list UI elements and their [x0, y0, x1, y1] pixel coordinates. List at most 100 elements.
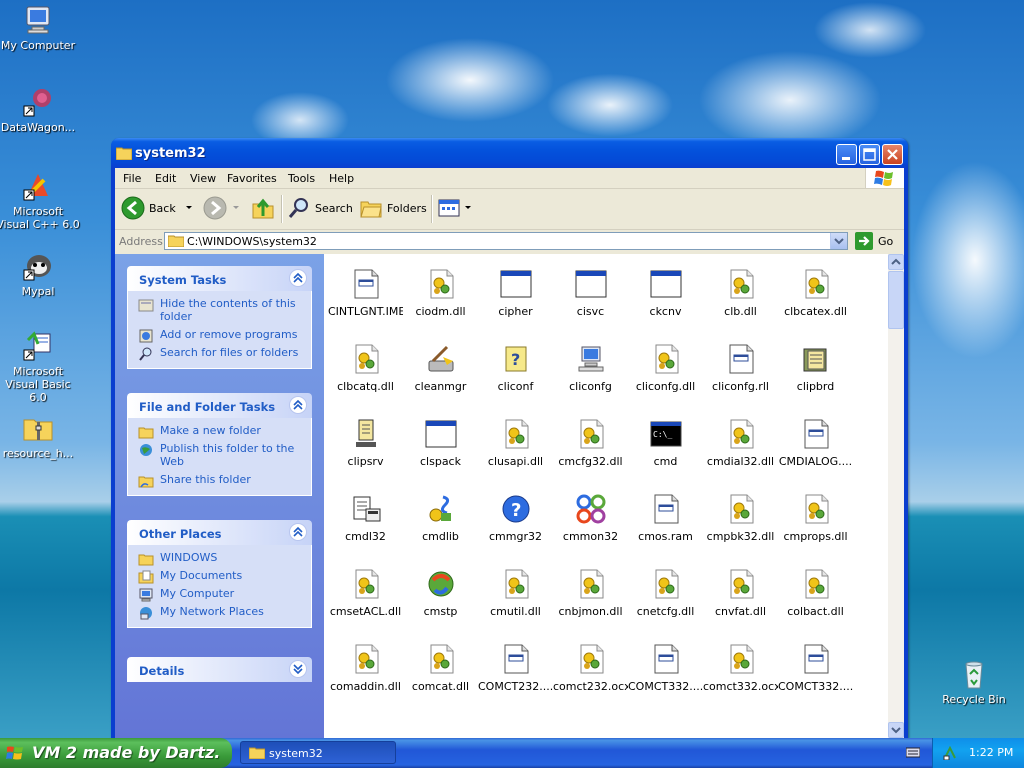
chevron-down-icon[interactable] [184, 203, 194, 213]
panel-header[interactable]: System Tasks [127, 266, 312, 291]
file-item[interactable]: ? cliconf [478, 343, 553, 393]
collapse-button[interactable] [289, 523, 307, 541]
file-item[interactable]: cmprops.dll [778, 493, 853, 543]
file-item[interactable]: clusapi.dll [478, 418, 553, 468]
collapse-button[interactable] [289, 269, 307, 287]
file-item[interactable]: cmsetACL.dll [328, 568, 403, 618]
panel-header[interactable]: Details [127, 657, 312, 682]
desktop-icon-mypal[interactable]: Mypal [0, 250, 80, 298]
scroll-up-button[interactable] [888, 254, 904, 270]
file-item[interactable]: cipher [478, 268, 553, 318]
place-my-computer[interactable]: My Computer [138, 587, 307, 602]
file-item[interactable]: comct232.ocx [553, 643, 628, 693]
place-my-network-places[interactable]: My Network Places [138, 605, 307, 620]
task-add-remove-programs[interactable]: Add or remove programs [138, 328, 307, 343]
menu-favorites[interactable]: Favorites [227, 172, 277, 185]
file-item[interactable]: ciodm.dll [403, 268, 478, 318]
start-button[interactable]: VM 2 made by Dartz. [0, 738, 232, 768]
search-icon [288, 198, 308, 218]
go-button[interactable]: Go [855, 232, 893, 250]
menu-file[interactable]: File [123, 172, 141, 185]
file-item[interactable]: cmdial32.dll [703, 418, 778, 468]
file-item[interactable]: CINTLGNT.IME [328, 268, 403, 318]
dll-icon [350, 568, 382, 600]
task-publish-folder[interactable]: Publish this folder to the Web [138, 442, 307, 468]
file-item[interactable]: cmdl32 [328, 493, 403, 543]
forward-button[interactable] [203, 193, 245, 223]
file-item[interactable]: clspack [403, 418, 478, 468]
views-button[interactable] [437, 193, 477, 223]
file-item[interactable]: cleanmgr [403, 343, 478, 393]
file-item[interactable]: cmos.ram [628, 493, 703, 543]
file-item[interactable]: COMCT332.... [778, 643, 853, 693]
task-hide-contents[interactable]: Hide the contents of this folder [138, 297, 307, 323]
recycle-bin-icon [965, 661, 983, 689]
file-item[interactable]: C:\_ cmd [628, 418, 703, 468]
chevron-down-icon[interactable] [463, 203, 473, 213]
file-item[interactable]: cmdlib [403, 493, 478, 543]
folders-button[interactable]: Folders [359, 193, 427, 223]
address-input[interactable]: C:\WINDOWS\system32 [164, 232, 848, 250]
menu-view[interactable]: View [190, 172, 216, 185]
file-item[interactable]: CMDIALOG.... [778, 418, 853, 468]
scroll-down-button[interactable] [888, 722, 904, 738]
file-item[interactable]: comaddin.dll [328, 643, 403, 693]
chevron-down-icon[interactable] [231, 203, 241, 213]
file-item[interactable]: colbact.dll [778, 568, 853, 618]
file-item[interactable]: comct332.ocx [703, 643, 778, 693]
task-share-folder[interactable]: Share this folder [138, 473, 307, 488]
file-item[interactable]: cisvc [553, 268, 628, 318]
place-my-documents[interactable]: My Documents [138, 569, 307, 584]
file-item[interactable]: cnetcfg.dll [628, 568, 703, 618]
file-item[interactable]: cnbjmon.dll [553, 568, 628, 618]
file-item[interactable]: clipsrv [328, 418, 403, 468]
desktop-icon-my-computer[interactable]: My Computer [0, 4, 80, 52]
search-button[interactable]: Search [287, 193, 353, 223]
file-item[interactable]: cnvfat.dll [703, 568, 778, 618]
collapse-button[interactable] [289, 396, 307, 414]
file-item[interactable]: cmmon32 [553, 493, 628, 543]
desktop-icon-datawagon[interactable]: DataWagon... [0, 86, 80, 134]
file-item[interactable]: cliconfg [553, 343, 628, 393]
title-bar[interactable]: system32 [111, 138, 908, 168]
address-dropdown-button[interactable] [830, 233, 847, 249]
maximize-button[interactable] [859, 144, 880, 165]
vertical-scrollbar[interactable] [888, 254, 904, 738]
panel-header[interactable]: File and Folder Tasks [127, 393, 312, 418]
panel-header[interactable]: Other Places [127, 520, 312, 545]
file-item[interactable]: ckcnv [628, 268, 703, 318]
taskbar-button-system32[interactable]: system32 [240, 741, 396, 764]
file-item[interactable]: COMCT232.... [478, 643, 553, 693]
task-search-files[interactable]: Search for files or folders [138, 346, 307, 361]
menu-edit[interactable]: Edit [155, 172, 176, 185]
network-tray-icon[interactable] [943, 746, 957, 760]
back-button[interactable]: Back [121, 193, 198, 223]
up-folder-button[interactable] [251, 193, 279, 223]
file-item[interactable]: clipbrd [778, 343, 853, 393]
file-item[interactable]: cmpbk32.dll [703, 493, 778, 543]
file-item[interactable]: ? cmmgr32 [478, 493, 553, 543]
file-item[interactable]: cmutil.dll [478, 568, 553, 618]
file-item[interactable]: comcat.dll [403, 643, 478, 693]
menu-help[interactable]: Help [329, 172, 354, 185]
file-item[interactable]: clb.dll [703, 268, 778, 318]
minimize-button[interactable] [836, 144, 857, 165]
file-item[interactable]: cliconfg.dll [628, 343, 703, 393]
desktop-icon-visual-cpp[interactable]: Microsoft Visual C++ 6.0 [0, 170, 80, 231]
keyboard-icon[interactable] [906, 746, 920, 758]
desktop-icon-recycle-bin[interactable]: Recycle Bin [932, 658, 1016, 706]
expand-button[interactable] [289, 660, 307, 678]
file-item[interactable]: cmcfg32.dll [553, 418, 628, 468]
file-item[interactable]: clbcatex.dll [778, 268, 853, 318]
menu-tools[interactable]: Tools [288, 172, 315, 185]
desktop-icon-resource-h[interactable]: resource_h... [0, 412, 80, 460]
file-item[interactable]: cmstp [403, 568, 478, 618]
file-item[interactable]: clbcatq.dll [328, 343, 403, 393]
file-item[interactable]: cliconfg.rll [703, 343, 778, 393]
close-button[interactable] [882, 144, 903, 165]
place-windows[interactable]: WINDOWS [138, 551, 307, 566]
desktop-icon-visual-basic[interactable]: Microsoft Visual Basic 6.0 [0, 330, 80, 404]
task-make-new-folder[interactable]: Make a new folder [138, 424, 307, 439]
scroll-thumb[interactable] [888, 271, 904, 329]
file-item[interactable]: COMCT332.... [628, 643, 703, 693]
